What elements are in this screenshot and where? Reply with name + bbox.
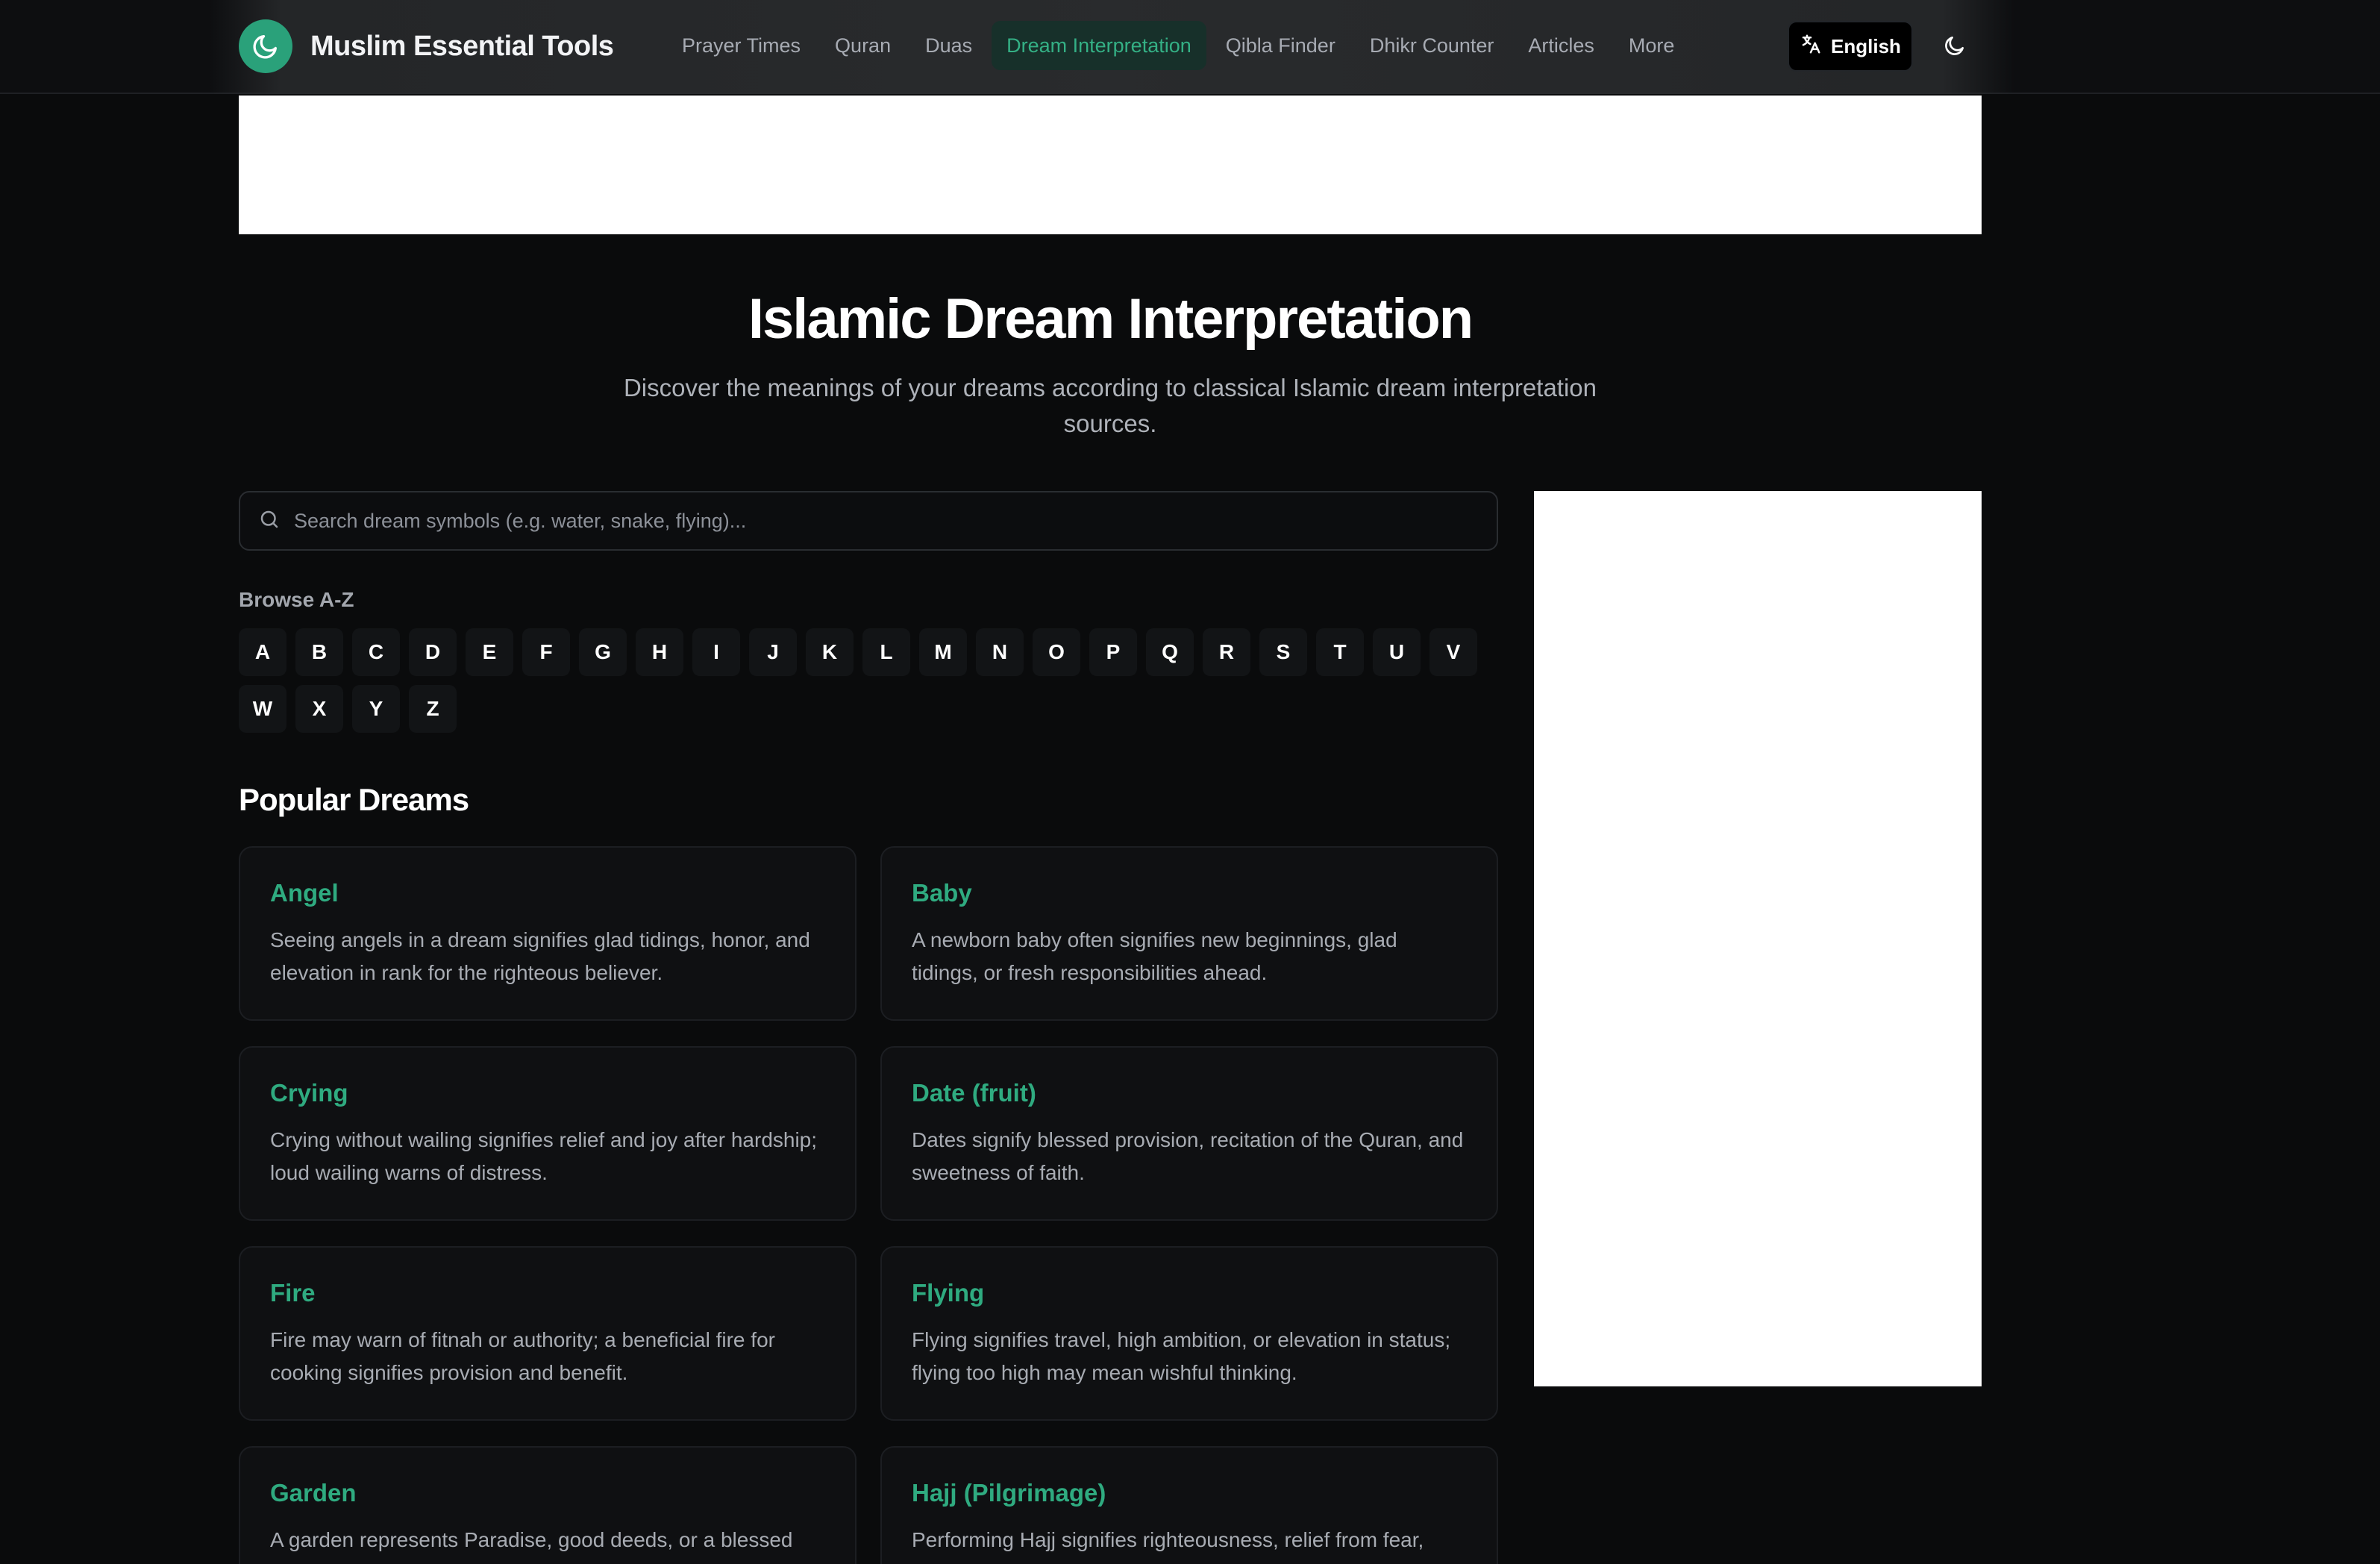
az-letter-list: A B C D E F G H I J K L M N O P Q R S T … [239, 628, 1507, 733]
main-nav: Prayer Times Quran Duas Dream Interpreta… [667, 19, 1689, 72]
dream-card-title: Crying [270, 1079, 348, 1107]
az-letter-o[interactable]: O [1033, 628, 1080, 676]
top-header: Muslim Essential Tools Prayer Times Qura… [0, 0, 2380, 94]
nav-quran[interactable]: Quran [820, 21, 906, 70]
popular-dreams-grid: Angel Seeing angels in a dream signifies… [239, 846, 1498, 1564]
browse-az-label: Browse A-Z [239, 588, 354, 611]
nav-prayer-times[interactable]: Prayer Times [667, 21, 815, 70]
dream-card-title: Flying [912, 1279, 985, 1307]
az-letter-t[interactable]: T [1316, 628, 1364, 676]
dream-card-text: A newborn baby often signifies new begin… [912, 928, 1397, 984]
crescent-moon-icon [239, 19, 292, 73]
top-ad-slot [239, 96, 1982, 234]
page-title: Islamic Dream Interpretation [748, 287, 1474, 351]
dream-card-angel[interactable]: Angel Seeing angels in a dream signifies… [239, 846, 857, 1021]
dream-card-title: Hajj (Pilgrimage) [912, 1479, 1106, 1507]
az-letter-k[interactable]: K [806, 628, 854, 676]
az-letter-u[interactable]: U [1373, 628, 1421, 676]
az-letter-i[interactable]: I [692, 628, 740, 676]
dream-card-hajj[interactable]: Hajj (Pilgrimage) Performing Hajj signif… [880, 1446, 1498, 1564]
brand-name: Muslim Essential Tools [310, 30, 614, 62]
az-letter-w[interactable]: W [239, 685, 286, 733]
az-letter-s[interactable]: S [1259, 628, 1307, 676]
az-letter-n[interactable]: N [976, 628, 1024, 676]
nav-more[interactable]: More [1614, 21, 1690, 70]
az-letter-q[interactable]: Q [1146, 628, 1194, 676]
language-label: English [1831, 34, 1901, 57]
az-letter-h[interactable]: H [636, 628, 683, 676]
popular-dreams-title: Popular Dreams [239, 782, 469, 817]
dream-card-title: Baby [912, 879, 972, 907]
az-letter-f[interactable]: F [522, 628, 570, 676]
dream-card-flying[interactable]: Flying Flying signifies travel, high amb… [880, 1246, 1498, 1421]
dream-card-title: Garden [270, 1479, 357, 1507]
brand-logo[interactable]: Muslim Essential Tools [239, 19, 614, 73]
nav-articles[interactable]: Articles [1513, 21, 1609, 70]
dream-card-title: Fire [270, 1279, 316, 1307]
dream-card-crying[interactable]: Crying Crying without wailing signifies … [239, 1046, 857, 1221]
az-letter-y[interactable]: Y [352, 685, 400, 733]
dream-card-text: Performing Hajj signifies righteousness,… [912, 1528, 1424, 1551]
az-letter-v[interactable]: V [1429, 628, 1477, 676]
translate-icon [1800, 33, 1822, 60]
nav-dhikr-counter[interactable]: Dhikr Counter [1355, 21, 1509, 70]
az-letter-m[interactable]: M [919, 628, 967, 676]
dream-card-fire[interactable]: Fire Fire may warn of fitnah or authorit… [239, 1246, 857, 1421]
nav-qibla-finder[interactable]: Qibla Finder [1211, 21, 1350, 70]
dream-card-baby[interactable]: Baby A newborn baby often signifies new … [880, 846, 1498, 1021]
search-box[interactable] [239, 491, 1498, 551]
dream-card-text: Dates signify blessed provision, recitat… [912, 1128, 1464, 1184]
moon-icon [1943, 34, 1967, 60]
page-subtitle: Discover the meanings of your dreams acc… [623, 374, 1597, 437]
dream-card-garden[interactable]: Garden A garden represents Paradise, goo… [239, 1446, 857, 1564]
az-letter-x[interactable]: X [295, 685, 343, 733]
dream-card-title: Angel [270, 879, 339, 907]
az-letter-z[interactable]: Z [409, 685, 457, 733]
nav-dream-interpretation[interactable]: Dream Interpretation [992, 21, 1206, 70]
az-letter-d[interactable]: D [409, 628, 457, 676]
nav-duas[interactable]: Duas [910, 21, 987, 70]
dream-card-title: Date (fruit) [912, 1079, 1036, 1107]
search-icon [258, 508, 281, 534]
sidebar-ad-slot [1534, 491, 1982, 1386]
theme-toggle-button[interactable] [1929, 21, 1980, 72]
az-letter-p[interactable]: P [1089, 628, 1137, 676]
az-letter-j[interactable]: J [749, 628, 797, 676]
dream-card-text: Flying signifies travel, high ambition, … [912, 1328, 1451, 1384]
az-letter-r[interactable]: R [1203, 628, 1250, 676]
az-letter-c[interactable]: C [352, 628, 400, 676]
search-input[interactable] [294, 509, 1497, 533]
dream-card-date[interactable]: Date (fruit) Dates signify blessed provi… [880, 1046, 1498, 1221]
dream-card-text: Seeing angels in a dream signifies glad … [270, 928, 810, 984]
dream-card-text: Crying without wailing signifies relief … [270, 1128, 818, 1184]
az-letter-a[interactable]: A [239, 628, 286, 676]
az-letter-g[interactable]: G [579, 628, 627, 676]
language-button[interactable]: English [1788, 21, 1913, 72]
az-letter-e[interactable]: E [466, 628, 513, 676]
az-letter-l[interactable]: L [862, 628, 910, 676]
dream-card-text: Fire may warn of fitnah or authority; a … [270, 1328, 775, 1384]
dream-card-text: A garden represents Paradise, good deeds… [270, 1528, 793, 1551]
az-letter-b[interactable]: B [295, 628, 343, 676]
